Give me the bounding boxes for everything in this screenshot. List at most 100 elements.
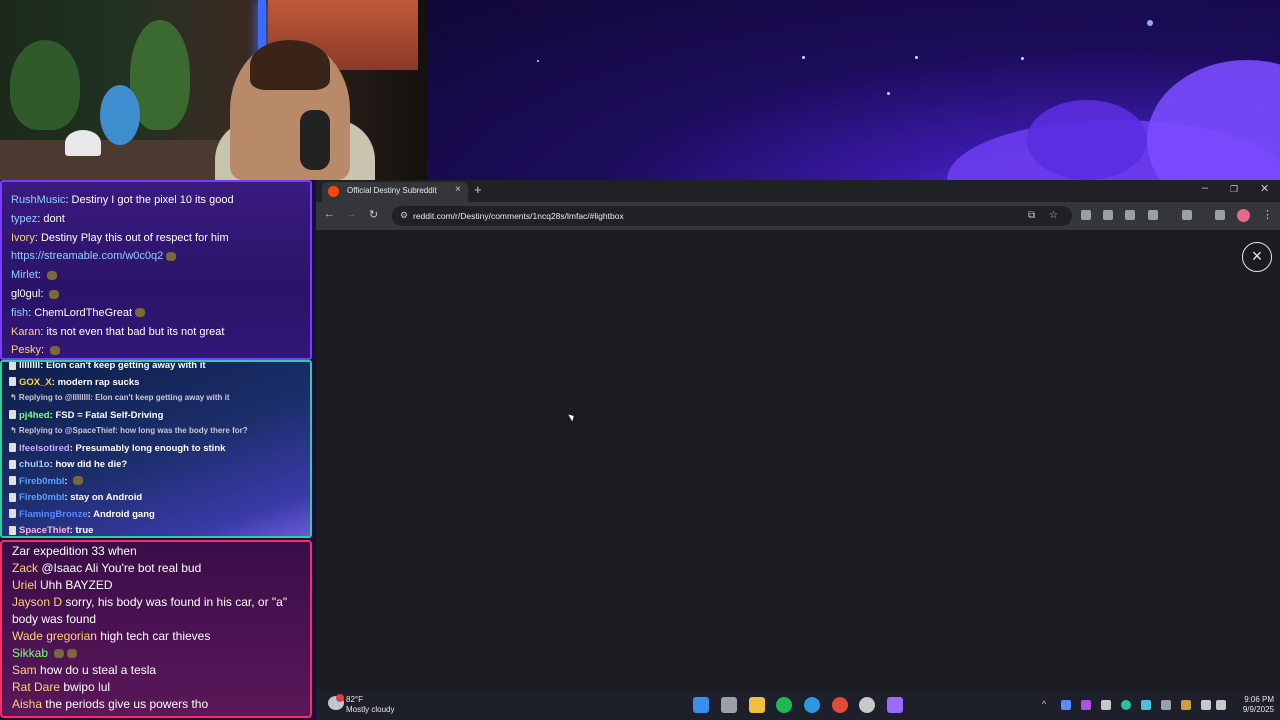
- chat-username[interactable]: chul1o: [19, 459, 50, 470]
- app-icon[interactable]: [887, 697, 903, 713]
- edge-icon[interactable]: [804, 697, 820, 713]
- restore-button[interactable]: ❐: [1230, 184, 1238, 195]
- tab-bar: Official Destiny Subreddit × + – ❐ ✕: [316, 180, 1280, 202]
- install-icon[interactable]: ⧉: [1028, 210, 1035, 221]
- microphone: [300, 110, 330, 170]
- chat-message: Sam how do u steal a tesla: [12, 663, 156, 677]
- url-text[interactable]: reddit.com/r/Destiny/comments/1ncq28s/lm…: [413, 211, 624, 221]
- chat-username[interactable]: lfeelsotired: [19, 443, 70, 454]
- chat-username[interactable]: Karan: [11, 326, 40, 338]
- mouse-cursor: [568, 412, 576, 422]
- tray-app-icon[interactable]: [1141, 700, 1151, 710]
- network-icon[interactable]: [1201, 700, 1211, 710]
- chat-username[interactable]: RushMusic: [11, 194, 65, 206]
- chat-username[interactable]: Wade gregorian: [12, 629, 97, 643]
- file-explorer-icon[interactable]: [749, 697, 765, 713]
- chat-username[interactable]: llllllll: [19, 362, 40, 371]
- tab-close-icon[interactable]: ×: [455, 184, 461, 195]
- chevron-up-icon[interactable]: ^: [1042, 699, 1046, 709]
- extensions-puzzle-icon[interactable]: [1148, 210, 1158, 220]
- chat-text: stay on Android: [70, 492, 143, 503]
- chat-message: chul1o: how did he die?: [9, 459, 127, 470]
- chat-text: Destiny I got the pixel 10 its good: [71, 194, 234, 206]
- back-button[interactable]: ←: [324, 208, 335, 220]
- chat-username[interactable]: Fireb0mbl: [19, 492, 64, 503]
- media-icon[interactable]: [1215, 210, 1225, 220]
- extension-icon[interactable]: [1125, 210, 1135, 220]
- sidepanel-icon[interactable]: [1182, 210, 1192, 220]
- chat-username[interactable]: Fireb0mbl: [19, 476, 64, 487]
- tray-app-icon[interactable]: [1121, 700, 1131, 710]
- chat-message: SpaceThief: true: [9, 525, 93, 536]
- chat-username[interactable]: Mirlet: [11, 269, 38, 281]
- close-window-button[interactable]: ✕: [1260, 182, 1269, 195]
- chat-message: Fireb0mbl:: [9, 476, 84, 487]
- chat-username[interactable]: pj4hed: [19, 410, 50, 421]
- browser-window: Official Destiny Subreddit × + – ❐ ✕ ← →…: [316, 180, 1280, 690]
- volume-icon[interactable]: [1216, 700, 1226, 710]
- chrome-icon[interactable]: [832, 697, 848, 713]
- chat-username[interactable]: GOX_X: [19, 377, 52, 388]
- clock-date[interactable]: 9/9/2025: [1234, 705, 1274, 714]
- plant: [10, 40, 80, 130]
- address-bar[interactable]: ⚙ reddit.com/r/Destiny/comments/1ncq28s/…: [392, 206, 1072, 226]
- badge-icon: [9, 525, 16, 535]
- site-settings-icon[interactable]: ⚙: [400, 210, 408, 221]
- chat-username[interactable]: Sikkab: [12, 646, 48, 660]
- emote-icon: [54, 649, 65, 659]
- weather-temp[interactable]: 82°F: [346, 695, 363, 704]
- star: [537, 60, 539, 62]
- tray-app-icon[interactable]: [1181, 700, 1191, 710]
- chat-text: body was found: [12, 612, 97, 626]
- chat-username[interactable]: Uriel: [12, 578, 37, 592]
- chat-username[interactable]: Pesky: [11, 344, 41, 356]
- badge-icon: [9, 377, 16, 387]
- reload-button[interactable]: ↻: [369, 208, 378, 221]
- clock-time[interactable]: 9:06 PM: [1240, 695, 1274, 704]
- spotify-icon[interactable]: [776, 697, 792, 713]
- chat-username[interactable]: Zar: [12, 544, 30, 558]
- chat-username[interactable]: typez: [11, 213, 37, 225]
- chat-username[interactable]: Zack: [12, 561, 38, 575]
- chat-message: Pesky:: [11, 344, 61, 356]
- chat-text: @Isaac Ali You're bot real bud: [41, 561, 202, 575]
- tray-app-icon[interactable]: [1161, 700, 1171, 710]
- tab-destiny-subreddit[interactable]: Official Destiny Subreddit ×: [322, 182, 468, 202]
- menu-icon[interactable]: ⋮: [1262, 208, 1273, 221]
- start-windows-icon[interactable]: [693, 697, 709, 713]
- steam-icon[interactable]: [1101, 700, 1111, 710]
- chat-username[interactable]: Ivory: [11, 232, 35, 244]
- chat-username[interactable]: Sam: [12, 663, 37, 677]
- new-tab-button[interactable]: +: [474, 182, 482, 197]
- badge-icon: [9, 492, 16, 502]
- tray-app-icon[interactable]: [1081, 700, 1091, 710]
- chat-username[interactable]: Rat Dare: [12, 680, 60, 694]
- profile-avatar[interactable]: [1237, 209, 1250, 222]
- chat-message: Uriel Uhh BAYZED: [12, 578, 112, 592]
- chat-text: its not even that bad but its not great: [46, 325, 225, 338]
- weather-description[interactable]: Mostly cloudy: [346, 705, 394, 714]
- chat-username[interactable]: Jayson D: [12, 595, 62, 609]
- chat-username[interactable]: SpaceThief: [19, 525, 70, 536]
- extension-icon[interactable]: [1103, 210, 1113, 220]
- chat-username[interactable]: fish: [11, 307, 28, 319]
- lightbox-close-button[interactable]: ×: [1242, 242, 1272, 272]
- chat-username[interactable]: gl0gul: [11, 288, 40, 300]
- emote-icon: [67, 649, 78, 659]
- chat-text: Uhh BAYZED: [40, 578, 113, 592]
- badge-icon: [9, 410, 16, 420]
- bookmark-star-icon[interactable]: ☆: [1049, 210, 1058, 221]
- chat-username[interactable]: FlamingBronze: [19, 509, 88, 520]
- reddit-icon: [328, 186, 339, 197]
- obs-icon[interactable]: [859, 697, 875, 713]
- emote-icon: [166, 251, 177, 261]
- minimize-button[interactable]: –: [1202, 182, 1208, 194]
- chat-link[interactable]: https://streamable.com/w0c0q2: [11, 250, 163, 262]
- chat-message: Sikkab: [12, 646, 78, 660]
- tray-app-icon[interactable]: [1061, 700, 1071, 710]
- extension-icon[interactable]: [1081, 210, 1091, 220]
- forward-button[interactable]: →: [346, 208, 357, 220]
- task-view-icon[interactable]: [721, 697, 737, 713]
- chat-username[interactable]: Aisha: [12, 697, 42, 711]
- chat-panel-top: RushMusic: Destiny I got the pixel 10 it…: [0, 180, 312, 360]
